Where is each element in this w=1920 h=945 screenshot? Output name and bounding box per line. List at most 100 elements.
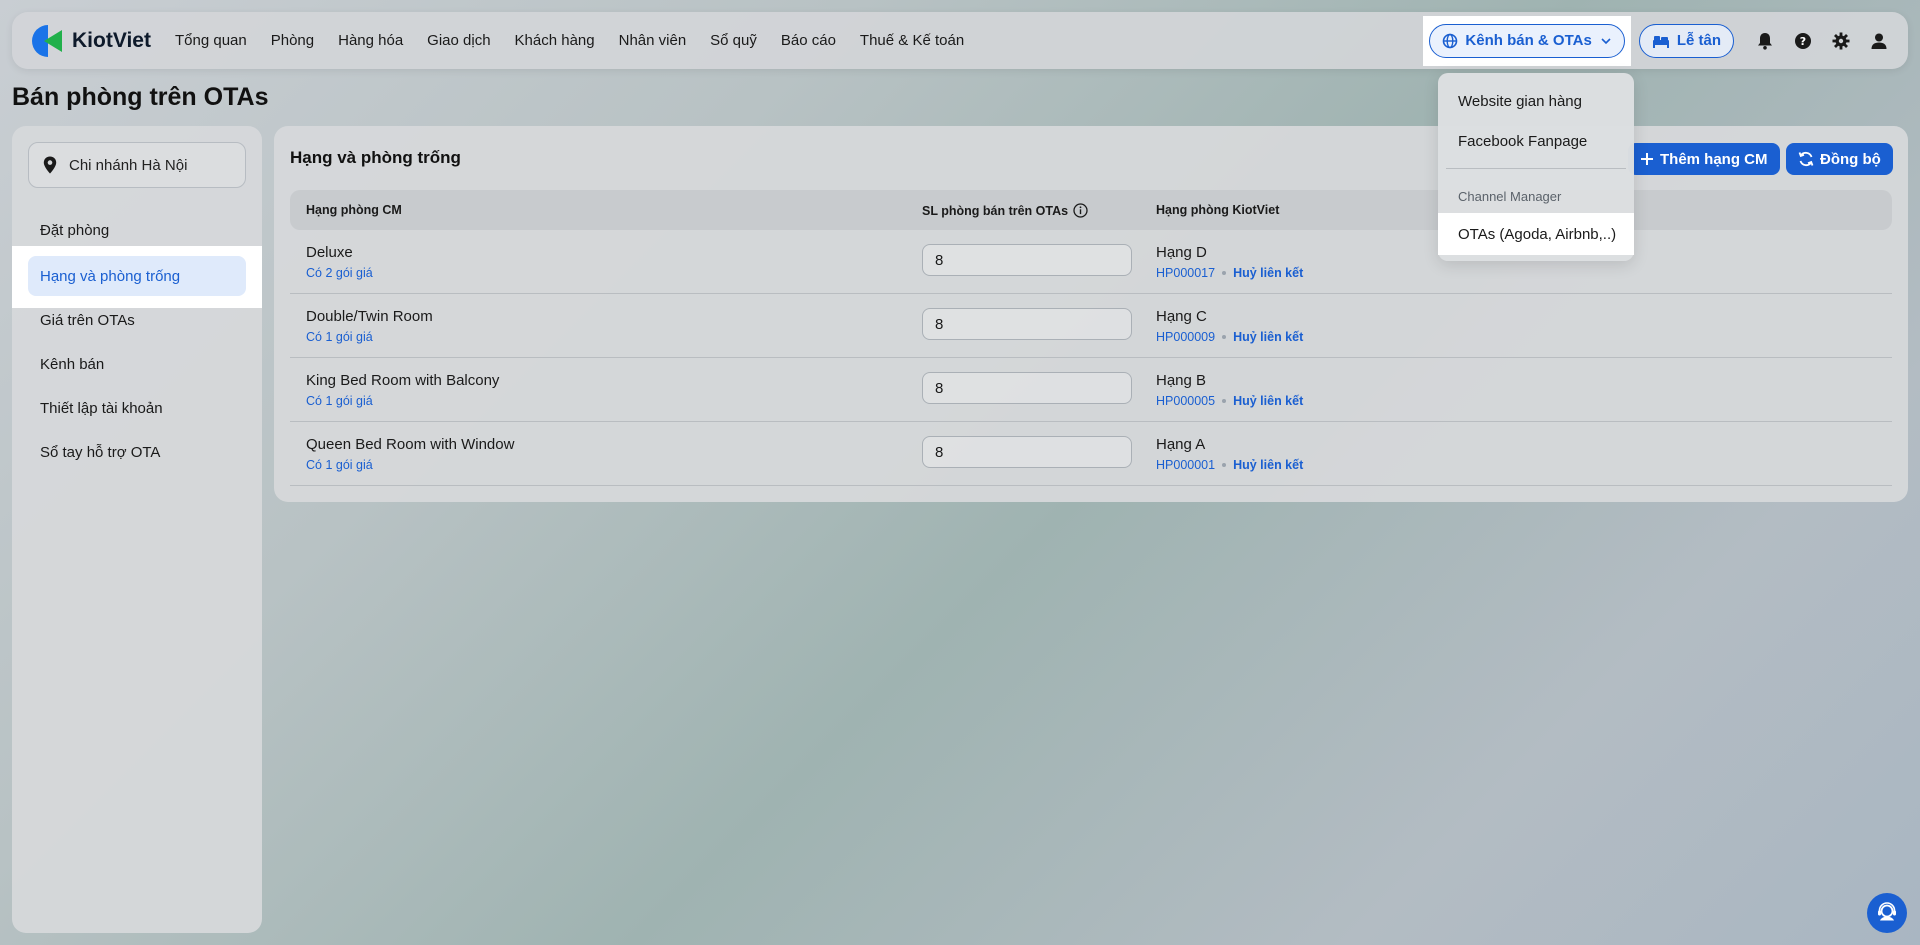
price-plans-link[interactable]: Có 1 gói giá xyxy=(306,394,373,408)
help-icon: ? xyxy=(1795,32,1811,49)
kiotviet-room-code: HP000005 xyxy=(1156,394,1216,408)
header-actions: Kênh bán & OTAs Lễ tân ? xyxy=(1423,12,1908,69)
page-title: Bán phòng trên OTAs xyxy=(12,83,269,111)
unlink-button[interactable]: Huỷ liên kết xyxy=(1233,458,1303,472)
user-icon xyxy=(1871,33,1887,49)
svg-text:?: ? xyxy=(1800,35,1806,48)
kiotviet-room-type: Hạng D xyxy=(1156,244,1207,261)
table-row: King Bed Room with Balcony Có 1 gói giá … xyxy=(290,358,1892,422)
brand-logo[interactable]: KiotViet xyxy=(30,24,165,58)
cm-room-name: King Bed Room with Balcony xyxy=(306,372,500,389)
col-header-cm-room-type: Hạng phòng CM xyxy=(306,203,402,217)
nav-item-rooms[interactable]: Phòng xyxy=(271,32,314,49)
gear-icon xyxy=(1832,32,1850,49)
globe-icon xyxy=(1443,33,1458,48)
sidebar-item-ota-handbook[interactable]: Sổ tay hỗ trợ OTA xyxy=(40,444,160,461)
nav-item-transactions[interactable]: Giao dịch xyxy=(427,32,490,49)
main-nav: Tổng quan Phòng Hàng hóa Giao dịch Khách… xyxy=(175,32,988,49)
branch-selector[interactable]: Chi nhánh Hà Nội xyxy=(28,142,246,188)
kiotviet-link-info: HP000005 Huỷ liên kết xyxy=(1156,394,1303,408)
support-chat-icon xyxy=(1878,902,1896,921)
settings-button[interactable] xyxy=(1828,28,1854,54)
bell-icon xyxy=(1758,32,1772,50)
sidebar-active-highlight: Hạng và phòng trống xyxy=(12,246,262,308)
location-pin-icon xyxy=(43,156,57,174)
col-header-ota-qty-label: SL phòng bán trên OTAs xyxy=(922,203,1069,218)
separator-dot xyxy=(1222,271,1227,275)
sidebar: Chi nhánh Hà Nội Đặt phòng Hạng và phòng… xyxy=(12,126,262,933)
menu-item-otas[interactable]: OTAs (Agoda, Airbnb,..) xyxy=(1438,213,1634,255)
separator-dot xyxy=(1222,335,1227,339)
kiotviet-link-info: HP000001 Huỷ liên kết xyxy=(1156,458,1303,472)
kiotviet-link-info: HP000017 Huỷ liên kết xyxy=(1156,266,1303,280)
price-plans-link[interactable]: Có 2 gói giá xyxy=(306,266,373,280)
channel-button-highlight: Kênh bán & OTAs xyxy=(1423,15,1631,66)
nav-item-goods[interactable]: Hàng hóa xyxy=(338,32,403,49)
panel-title: Hạng và phòng trống xyxy=(290,148,461,167)
separator-dot xyxy=(1222,399,1227,403)
nav-item-cashbook[interactable]: Sổ quỹ xyxy=(710,32,757,49)
unlink-button[interactable]: Huỷ liên kết xyxy=(1233,394,1303,408)
brand-name: KiotViet xyxy=(72,28,151,52)
chevron-down-icon xyxy=(1601,37,1611,44)
sync-button[interactable]: Đồng bộ xyxy=(1786,143,1893,175)
unlink-button[interactable]: Huỷ liên kết xyxy=(1233,330,1303,344)
reception-label: Lễ tân xyxy=(1676,32,1721,49)
top-navbar: KiotViet Tổng quan Phòng Hàng hóa Giao d… xyxy=(12,12,1908,69)
nav-item-overview[interactable]: Tổng quan xyxy=(175,32,247,49)
ota-qty-input[interactable] xyxy=(922,308,1132,340)
notifications-button[interactable] xyxy=(1752,28,1778,54)
sidebar-item-ota-prices[interactable]: Giá trên OTAs xyxy=(40,312,135,329)
sync-icon xyxy=(1798,151,1814,167)
kiotviet-room-code: HP000001 xyxy=(1156,458,1216,472)
info-icon[interactable] xyxy=(1073,203,1088,218)
cm-room-name: Deluxe xyxy=(306,244,353,261)
channel-dropdown-menu: Website gian hàng Facebook Fanpage Chann… xyxy=(1438,73,1634,261)
branch-name: Chi nhánh Hà Nội xyxy=(69,156,188,174)
nav-item-tax-accounting[interactable]: Thuế & Kế toán xyxy=(860,32,964,49)
kiotviet-room-code: HP000017 xyxy=(1156,266,1216,280)
menu-section-channel-manager: Channel Manager xyxy=(1458,189,1562,204)
kiotviet-room-code: HP000009 xyxy=(1156,330,1216,344)
kiotviet-logo-icon xyxy=(30,24,64,58)
help-button[interactable]: ? xyxy=(1790,28,1816,54)
room-types-panel: Hạng và phòng trống Thêm hạng CM Đồng bộ… xyxy=(274,126,1908,502)
plus-icon xyxy=(1641,153,1653,165)
separator-dot xyxy=(1222,463,1227,467)
price-plans-link[interactable]: Có 1 gói giá xyxy=(306,330,373,344)
kiotviet-room-type: Hạng C xyxy=(1156,308,1207,325)
ota-qty-input[interactable] xyxy=(922,372,1132,404)
sidebar-item-sales-channels[interactable]: Kênh bán xyxy=(40,356,104,373)
table-row: Double/Twin Room Có 1 gói giá Hạng C HP0… xyxy=(290,294,1892,358)
col-header-kiotviet-room-type: Hạng phòng KiotViet xyxy=(1156,203,1280,217)
add-cm-room-type-label: Thêm hạng CM xyxy=(1660,150,1768,168)
table-header: Hạng phòng CM SL phòng bán trên OTAs Hạn… xyxy=(290,190,1892,230)
ota-qty-input[interactable] xyxy=(922,436,1132,468)
channel-otas-button[interactable]: Kênh bán & OTAs xyxy=(1429,23,1625,58)
reception-button[interactable]: Lễ tân xyxy=(1638,23,1734,58)
table-row: Deluxe Có 2 gói giá Hạng D HP000017 Huỷ … xyxy=(290,230,1892,294)
sync-label: Đồng bộ xyxy=(1820,150,1881,168)
kiotviet-link-info: HP000009 Huỷ liên kết xyxy=(1156,330,1303,344)
unlink-button[interactable]: Huỷ liên kết xyxy=(1233,266,1303,280)
sidebar-item-booking[interactable]: Đặt phòng xyxy=(40,222,109,239)
bed-icon xyxy=(1652,35,1669,48)
sidebar-item-account-setup[interactable]: Thiết lập tài khoản xyxy=(40,400,163,417)
nav-item-staff[interactable]: Nhân viên xyxy=(619,32,687,49)
channel-otas-label: Kênh bán & OTAs xyxy=(1465,32,1592,49)
add-cm-room-type-button[interactable]: Thêm hạng CM xyxy=(1628,143,1780,175)
support-chat-button[interactable] xyxy=(1867,893,1907,933)
nav-item-customers[interactable]: Khách hàng xyxy=(515,32,595,49)
table-row: Queen Bed Room with Window Có 1 gói giá … xyxy=(290,422,1892,486)
kiotviet-room-type: Hạng B xyxy=(1156,372,1207,389)
cm-room-name: Double/Twin Room xyxy=(306,308,433,325)
menu-item-facebook-fanpage[interactable]: Facebook Fanpage xyxy=(1458,133,1587,150)
nav-item-reports[interactable]: Báo cáo xyxy=(781,32,836,49)
menu-item-website-store[interactable]: Website gian hàng xyxy=(1458,93,1582,110)
col-header-ota-qty: SL phòng bán trên OTAs xyxy=(922,203,1088,218)
account-button[interactable] xyxy=(1866,28,1892,54)
price-plans-link[interactable]: Có 1 gói giá xyxy=(306,458,373,472)
sidebar-item-room-types-availability[interactable]: Hạng và phòng trống xyxy=(28,256,246,296)
cm-room-name: Queen Bed Room with Window xyxy=(306,436,515,453)
ota-qty-input[interactable] xyxy=(922,244,1132,276)
